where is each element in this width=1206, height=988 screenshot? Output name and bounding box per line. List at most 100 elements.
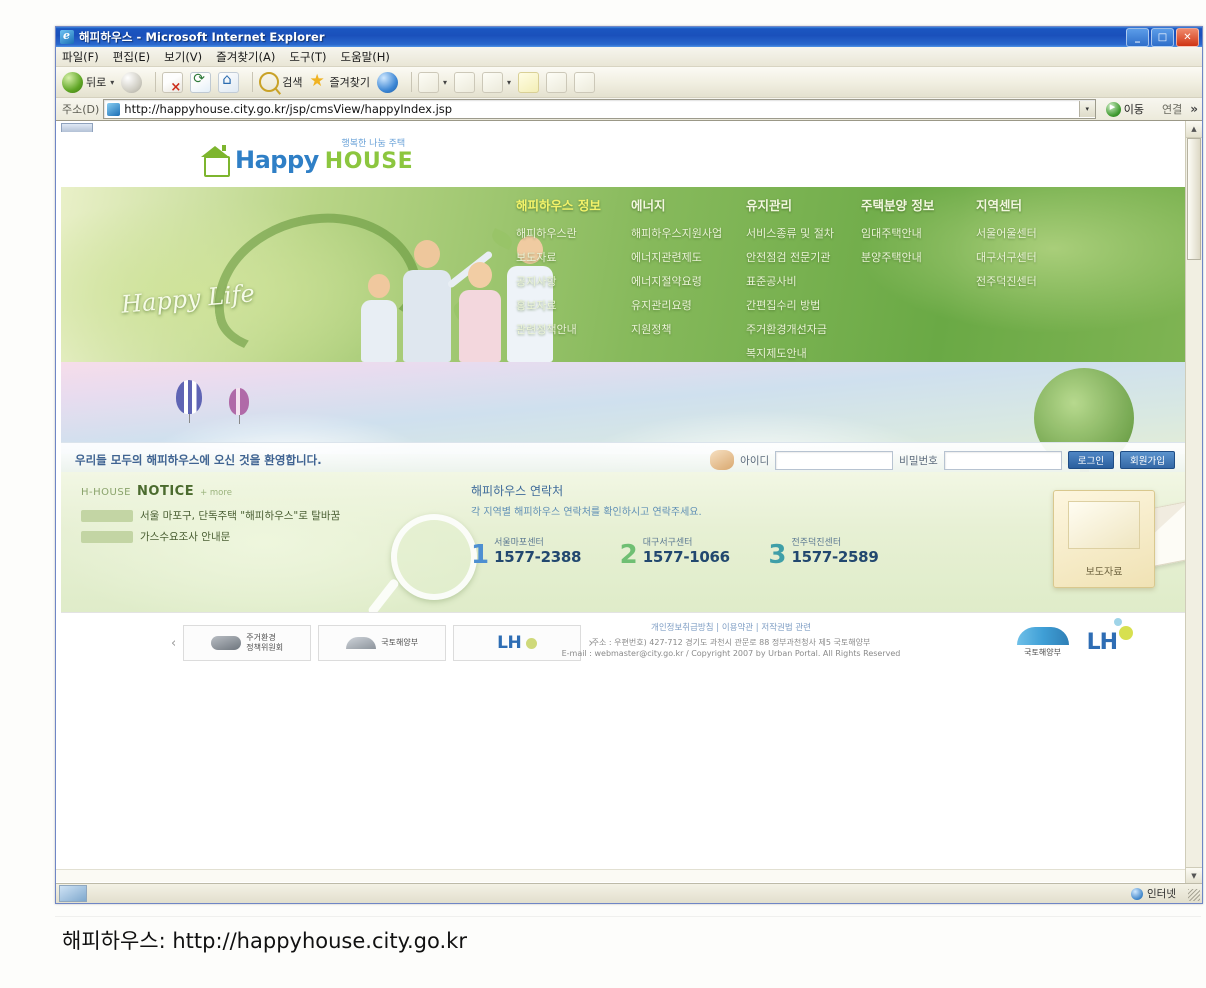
- press-release-button[interactable]: 보도자료: [1053, 490, 1155, 588]
- nav-head-info[interactable]: 해피하우스 정보: [516, 195, 631, 214]
- nav-item-notices[interactable]: 공지사항: [516, 273, 631, 289]
- main-navigation[interactable]: 해피하우스 정보 해피하우스란 보도자료 공지사항 홍보자료 관련정책안내 에너…: [516, 195, 1091, 362]
- back-dropdown-caret-icon[interactable]: ▾: [110, 78, 114, 87]
- nav-item-inspection-orgs[interactable]: 안전점검 전문기관: [746, 249, 861, 265]
- banner-item[interactable]: 주거환경 정책위원회: [183, 625, 312, 661]
- nav-head-maintenance[interactable]: 유지관리: [746, 195, 861, 214]
- address-input[interactable]: http://happyhouse.city.go.kr/jsp/cmsView…: [103, 99, 1096, 119]
- menu-item-favorites[interactable]: 즐겨찾기(A): [216, 49, 275, 65]
- vertical-scrollbar[interactable]: ▲ ▼: [1185, 121, 1202, 884]
- history-button[interactable]: ▾: [418, 71, 447, 93]
- nav-head-energy[interactable]: 에너지: [631, 195, 746, 214]
- menu-item-view[interactable]: 보기(V): [164, 49, 202, 65]
- center-item[interactable]: 2 대구서구센터 1577-1066: [620, 534, 743, 568]
- history-dropdown-caret-icon[interactable]: ▾: [443, 78, 447, 87]
- media-button[interactable]: [377, 71, 398, 93]
- nav-head-centers[interactable]: 지역센터: [976, 195, 1091, 214]
- menu-item-help[interactable]: 도움말(H): [341, 49, 390, 65]
- footer-links[interactable]: 개인정보취급방침 | 이용약관 | 저작권법 관련: [516, 621, 946, 633]
- ie-logo-icon: [60, 29, 74, 44]
- banner-label: 국토해양부: [381, 638, 419, 647]
- forward-button[interactable]: [121, 71, 143, 93]
- refresh-button[interactable]: [190, 71, 212, 93]
- notice-date-badge: [81, 509, 133, 522]
- nav-item-promo[interactable]: 홍보자료: [516, 297, 631, 313]
- notice-item[interactable]: 가스수요조사 안내문: [81, 529, 381, 544]
- minimize-button[interactable]: _: [1126, 27, 1149, 47]
- nav-item-energy-system[interactable]: 에너지관련제도: [631, 249, 746, 265]
- password-input[interactable]: [943, 450, 1062, 470]
- nav-item-sale-housing[interactable]: 분양주택안내: [861, 249, 976, 265]
- window-controls[interactable]: _ □ ✕: [1126, 27, 1200, 47]
- print-dropdown-caret-icon[interactable]: ▾: [507, 78, 511, 87]
- nav-item-about[interactable]: 해피하우스란: [516, 225, 631, 241]
- nav-item-welfare-guide[interactable]: 복지제도안내: [746, 345, 861, 361]
- notice-title[interactable]: 가스수요조사 안내문: [140, 529, 230, 544]
- scrollbar-thumb[interactable]: [1187, 138, 1201, 260]
- nav-item-rental-housing[interactable]: 임대주택안내: [861, 225, 976, 241]
- nav-item-support-policy[interactable]: 지원정책: [631, 321, 746, 337]
- login-button[interactable]: 로그인: [1067, 451, 1115, 469]
- home-button[interactable]: [218, 70, 240, 93]
- nav-item-standard-cost[interactable]: 표준공사비: [746, 273, 861, 289]
- center-item[interactable]: 1 서울마포센터 1577-2388: [471, 534, 594, 568]
- press-release-label: 보도자료: [1085, 567, 1123, 578]
- messenger-icon: [574, 71, 596, 93]
- messenger-button[interactable]: [574, 71, 596, 93]
- nav-item-press[interactable]: 보도자료: [516, 249, 631, 265]
- notice-more-link[interactable]: + more: [200, 488, 232, 498]
- address-bar[interactable]: 주소(D) http://happyhouse.city.go.kr/jsp/c…: [56, 98, 1202, 121]
- nav-head-housing[interactable]: 주택분양 정보: [861, 195, 976, 214]
- notice-item[interactable]: 서울 마포구, 단독주택 "해피하우스"로 탈바꿈: [81, 508, 381, 523]
- back-button[interactable]: 뒤로 ▾: [62, 71, 114, 93]
- close-button[interactable]: ✕: [1176, 27, 1199, 47]
- nav-item-policy[interactable]: 관련정책안내: [516, 321, 631, 337]
- lh-dot-icon: [1114, 618, 1122, 626]
- maximize-button[interactable]: □: [1151, 27, 1174, 47]
- center-phone: 1577-2388: [494, 548, 582, 566]
- banner-item[interactable]: 국토해양부: [318, 625, 447, 661]
- toolbar-overflow-icon[interactable]: »: [1190, 102, 1198, 116]
- go-button[interactable]: 이동: [1100, 100, 1150, 117]
- security-zone[interactable]: 인터넷: [1131, 886, 1176, 901]
- back-arrow-icon: [62, 71, 83, 93]
- nav-item-maintenance-tips[interactable]: 유지관리요령: [631, 297, 746, 313]
- discuss-button[interactable]: [546, 71, 568, 93]
- site-logo[interactable]: Happy HOUSE 행복한 나눔 주택: [201, 139, 413, 177]
- login-form[interactable]: 아이디 비밀번호 로그인 회원가입: [710, 450, 1175, 470]
- id-input[interactable]: [775, 450, 894, 470]
- nav-item-support-project[interactable]: 해피하우스지원사업: [631, 225, 746, 241]
- nav-item-daegu-center[interactable]: 대구서구센터: [976, 249, 1091, 265]
- links-label[interactable]: 연결: [1162, 101, 1182, 117]
- resize-grip-icon[interactable]: [1188, 889, 1200, 901]
- window-title: 해피하우스 - Microsoft Internet Explorer: [79, 30, 325, 44]
- search-button[interactable]: 검색: [259, 72, 303, 92]
- government-logo[interactable]: 국토해양부: [1016, 627, 1069, 658]
- mail-button[interactable]: [454, 71, 476, 93]
- lh-logo[interactable]: LH: [1087, 618, 1133, 655]
- slider-prev-icon[interactable]: ‹: [171, 636, 176, 651]
- print-button[interactable]: ▾: [482, 71, 511, 93]
- scroll-down-arrow-icon[interactable]: ▼: [1186, 867, 1202, 884]
- nav-item-energy-saving[interactable]: 에너지절약요령: [631, 273, 746, 289]
- signup-button[interactable]: 회원가입: [1120, 451, 1175, 469]
- nav-item-jeonju-center[interactable]: 전주덕진센터: [976, 273, 1091, 289]
- menu-item-file[interactable]: 파일(F): [62, 49, 99, 65]
- toolbar[interactable]: 뒤로 ▾ 검색 ★ 즐겨찾기: [56, 67, 1202, 98]
- notice-title[interactable]: 서울 마포구, 단독주택 "해피하우스"로 탈바꿈: [140, 508, 340, 523]
- favorites-button[interactable]: ★ 즐겨찾기: [310, 72, 370, 91]
- nav-item-service-types[interactable]: 서비스종류 및 절차: [746, 225, 861, 241]
- stop-button[interactable]: [162, 71, 184, 95]
- nav-item-seoul-center[interactable]: 서울어울센터: [976, 225, 1091, 241]
- menu-item-edit[interactable]: 편집(E): [113, 49, 150, 65]
- address-dropdown-icon[interactable]: ▾: [1078, 101, 1095, 117]
- center-item[interactable]: 3 전주덕진센터 1577-2589: [768, 534, 891, 568]
- scroll-up-arrow-icon[interactable]: ▲: [1186, 121, 1202, 138]
- nav-item-housing-fund[interactable]: 주거환경개선자금: [746, 321, 861, 337]
- menu-item-tools[interactable]: 도구(T): [289, 49, 326, 65]
- edit-button[interactable]: [518, 71, 540, 93]
- menu-bar[interactable]: 파일(F) 편집(E) 보기(V) 즐겨찾기(A) 도구(T) 도움말(H): [56, 47, 1202, 67]
- notice-section: H-HOUSE NOTICE + more 서울 마포구, 단독주택 "해피하우…: [81, 484, 381, 550]
- password-label: 비밀번호: [899, 454, 938, 467]
- nav-item-easy-repair[interactable]: 간편집수리 방법: [746, 297, 861, 313]
